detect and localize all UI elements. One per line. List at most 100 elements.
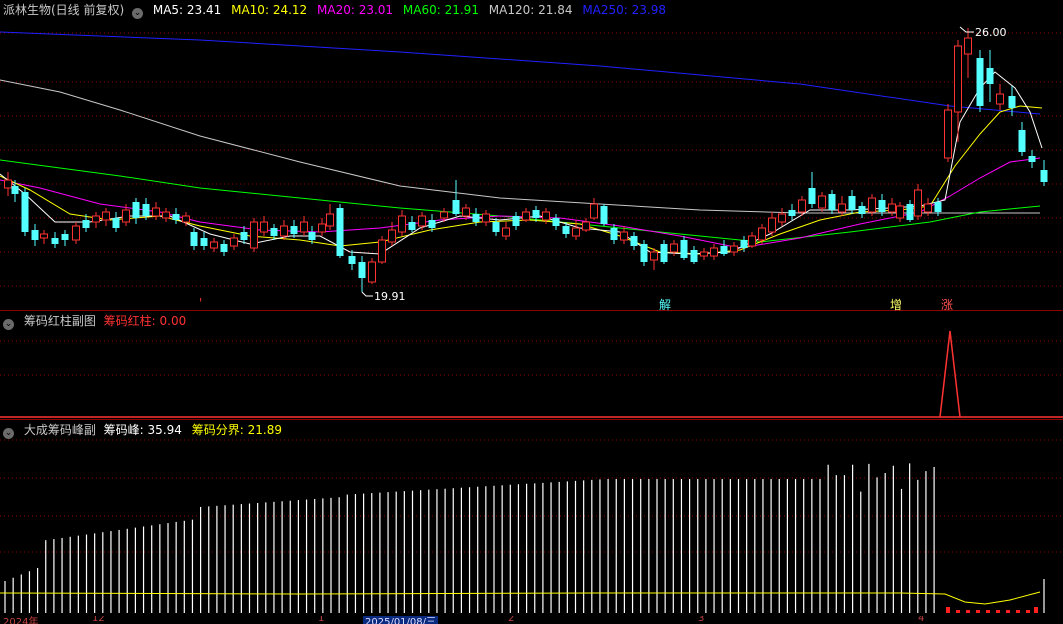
candle-down (21, 192, 29, 232)
candle-up (440, 211, 448, 219)
candle-up (250, 221, 258, 249)
chip-boundary-label: 筹码分界: 21.89 (191, 423, 282, 437)
candle-down (660, 244, 668, 262)
candle-down (1018, 130, 1026, 152)
candle-up (542, 211, 550, 221)
ma5-line (0, 71, 1043, 255)
candle-down (408, 222, 416, 230)
candle-down (1040, 170, 1048, 182)
candle-up (502, 227, 510, 237)
candle-down (640, 244, 648, 262)
candle-down (240, 232, 248, 240)
candle-up (102, 211, 110, 221)
candle-down (740, 240, 748, 248)
candle-up (4, 179, 12, 189)
candle-up (896, 205, 904, 219)
candle-down (51, 238, 59, 244)
candle-up (954, 45, 962, 113)
chevron-down-icon[interactable]: ⌄ (3, 319, 14, 330)
axis-cursor-date[interactable]: 2025/01/08/三 (363, 616, 439, 624)
candle-down (600, 206, 608, 224)
axis-label: 4 (918, 616, 925, 624)
candle-down (290, 226, 298, 234)
ma10-line (0, 105, 1043, 255)
axis-label: 1 (318, 616, 325, 624)
candle-down (172, 214, 180, 220)
candle-down (532, 210, 540, 218)
candle-down (858, 206, 866, 214)
ma10-label: MA10: 24.12 (231, 3, 308, 17)
main-chart-panel[interactable]: 派林生物(日线 前复权) ⌄ MA5: 23.41 MA10: 24.12 MA… (0, 0, 1063, 312)
candle-up (152, 207, 160, 217)
candle-down (906, 204, 914, 220)
candle-down (986, 68, 994, 84)
candle-up (72, 225, 80, 241)
candle-down (562, 226, 570, 234)
chip-red-bar-panel[interactable]: ⌄ 筹码红柱副图 筹码红柱: 0.00 (0, 311, 1063, 419)
kline-chart[interactable]: 26.00 19.91 (0, 0, 1063, 310)
candle-up (730, 245, 738, 253)
candle-up (914, 189, 922, 217)
candle-up (326, 213, 334, 227)
chip-red-marker (976, 610, 980, 613)
signal-mark-1: ' (199, 296, 203, 310)
candle-up (748, 235, 756, 247)
candle-up (182, 215, 190, 223)
candle-down (512, 216, 520, 226)
candle-up (300, 221, 308, 233)
chip-red-marker (986, 610, 990, 613)
ma5-label: MA5: 23.41 (152, 3, 222, 17)
candle-down (610, 228, 618, 240)
candle-up (758, 227, 766, 241)
candle-up (230, 237, 238, 247)
sub2-title: 大成筹码峰副 (23, 423, 96, 437)
date-axis: 2024年 12 1 2025/01/08/三 2 3 4 (0, 616, 1063, 624)
candle-down (630, 236, 638, 246)
candle-down (142, 204, 150, 216)
candle-up (838, 203, 846, 213)
ma20-label: MA20: 23.01 (317, 3, 394, 17)
chip-peak-panel[interactable]: ⌄ 大成筹码峰副 筹码峰: 35.94 筹码分界: 21.89 (0, 420, 1063, 616)
candle-up (590, 203, 598, 219)
candle-down (112, 218, 120, 228)
candle-up (944, 109, 952, 159)
chip-peak-label: 筹码峰: 35.94 (103, 423, 182, 437)
chip-red-marker (966, 610, 970, 613)
chevron-down-icon[interactable]: ⌄ (132, 8, 144, 19)
candle-down (878, 200, 886, 212)
stock-title: 派林生物(日线 前复权) (3, 3, 125, 17)
chip-red-marker (1034, 607, 1038, 613)
candle-down (828, 194, 836, 210)
candle-down (720, 246, 728, 254)
candle-up (368, 261, 376, 283)
candle-down (348, 256, 356, 264)
signal-mark-zeng: 增 (890, 298, 903, 312)
candle-down (808, 188, 816, 204)
candle-down (690, 250, 698, 262)
candle-down (190, 232, 198, 246)
candle-up (162, 211, 170, 219)
candle-up (670, 243, 678, 253)
candle-down (472, 214, 480, 222)
chip-red-marker (956, 610, 960, 613)
signal-mark-jie: 解 (659, 298, 672, 312)
candle-down (976, 58, 984, 106)
ma60-label: MA60: 21.91 (402, 3, 479, 17)
candle-down (358, 262, 366, 278)
candle-down (11, 186, 19, 194)
chip-red-marker (1006, 610, 1010, 613)
candle-up (522, 211, 530, 221)
candle-up (996, 93, 1004, 105)
axis-label: 12 (92, 616, 105, 624)
chevron-down-icon[interactable]: ⌄ (3, 428, 14, 439)
candle-up (768, 217, 776, 233)
candle-up (798, 199, 806, 213)
candle-down (336, 208, 344, 256)
candle-down (132, 202, 140, 218)
chip-red-marker (1026, 610, 1030, 613)
candle-down (61, 234, 69, 240)
chip-peak-chart (0, 439, 1063, 613)
candle-up (620, 231, 628, 241)
candle-down (31, 230, 39, 240)
candle-down (308, 232, 316, 240)
